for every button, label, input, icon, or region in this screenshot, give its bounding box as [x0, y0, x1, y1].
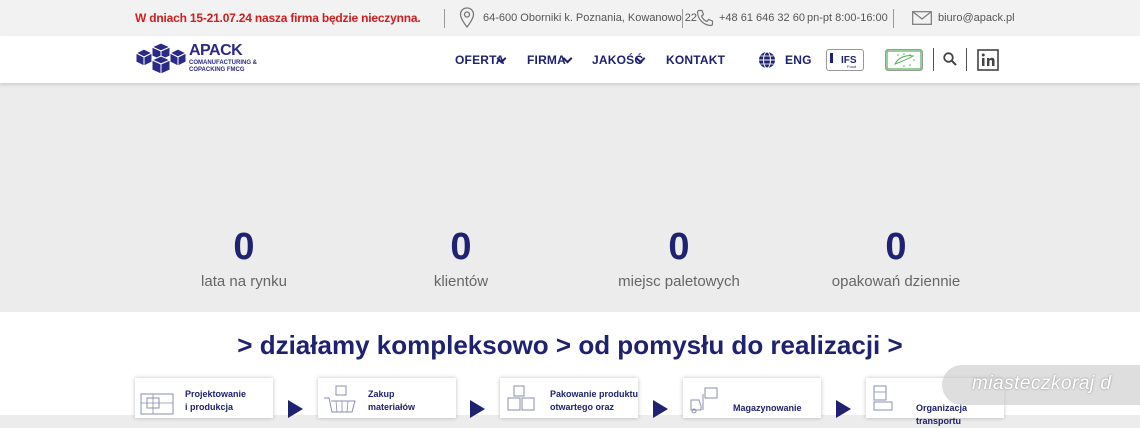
logo-tagline: COMANUFACTURING & COPACKING FMCG	[189, 60, 257, 73]
linkedin-icon[interactable]	[977, 49, 999, 76]
divider	[966, 48, 967, 71]
step-label: materiałów	[368, 402, 416, 412]
stat-label-years: lata na rynku	[201, 273, 287, 290]
email-link[interactable]: biuro@apack.pl	[938, 12, 1015, 24]
boxes-icon	[504, 384, 540, 421]
location-pin-icon	[459, 7, 475, 34]
address-text: 64-600 Oborniki k. Poznania, Kowanowo 22	[483, 12, 698, 24]
stat-value-packages: 0	[885, 226, 907, 268]
arrow-right-icon	[653, 400, 668, 418]
step-label: Zakup	[368, 389, 395, 399]
process-heading: > działamy kompleksowo > od pomysłu do r…	[237, 330, 903, 360]
blueprint-icon	[139, 390, 175, 421]
phone-icon	[696, 9, 714, 32]
nav-firma[interactable]: FIRMA	[527, 53, 566, 67]
svg-text:Food: Food	[847, 64, 856, 69]
globe-icon[interactable]	[758, 51, 776, 74]
logo-cubes-icon	[134, 42, 188, 82]
watermark-text: miasteczkoraj d	[972, 373, 1112, 394]
arrow-right-icon	[836, 400, 851, 418]
stat-label-pallets: miejsc paletowych	[618, 273, 740, 290]
stat-value-years: 0	[233, 226, 255, 268]
stat-value-pallets: 0	[668, 226, 690, 268]
process-step-packing[interactable]: Pakowanie produktu otwartego oraz	[500, 378, 638, 418]
language-switch[interactable]: ENG	[785, 53, 812, 67]
step-label: Magazynowanie	[733, 403, 802, 413]
divider	[682, 9, 683, 28]
divider	[893, 9, 894, 28]
step-label: i produkcja	[185, 402, 234, 412]
stat-value-clients: 0	[450, 226, 472, 268]
process-step-design[interactable]: Projektowanie i produkcja	[135, 378, 273, 418]
search-icon[interactable]	[943, 52, 957, 71]
ifs-food-badge: IFS Food	[826, 49, 864, 71]
stat-label-clients: klientów	[433, 273, 489, 290]
process-step-purchase[interactable]: Zakup materiałów	[318, 378, 456, 418]
step-label: Projektowanie	[185, 389, 247, 399]
shopping-cart-icon	[322, 384, 358, 421]
envelope-icon	[912, 11, 932, 30]
phone-link[interactable]: +48 61 646 32 60	[719, 12, 805, 24]
step-label: Pakowanie produktu	[550, 389, 639, 399]
opening-hours: pn-pt 8:00-16:00	[807, 12, 888, 24]
divider	[933, 48, 934, 71]
divider	[444, 9, 445, 28]
process-step-storage[interactable]: Magazynowanie	[683, 378, 821, 418]
eu-organic-badge	[885, 49, 923, 71]
top-info-bar: W dniach 15-21.07.24 nasza firma będzie …	[0, 0, 1140, 36]
nav-jakosc[interactable]: JAKOŚĆ	[592, 53, 643, 67]
nav-kontakt[interactable]: KONTAKT	[666, 53, 725, 67]
forklift-icon	[687, 384, 723, 421]
truck-icon	[870, 384, 906, 421]
logo-name: APACK	[189, 42, 243, 59]
step-label: otwartego oraz	[550, 402, 615, 412]
arrow-right-icon	[288, 400, 303, 418]
arrow-right-icon	[470, 400, 485, 418]
closure-notice: W dniach 15-21.07.24 nasza firma będzie …	[135, 11, 421, 25]
stat-label-packages: opakowań dziennie	[831, 273, 961, 290]
